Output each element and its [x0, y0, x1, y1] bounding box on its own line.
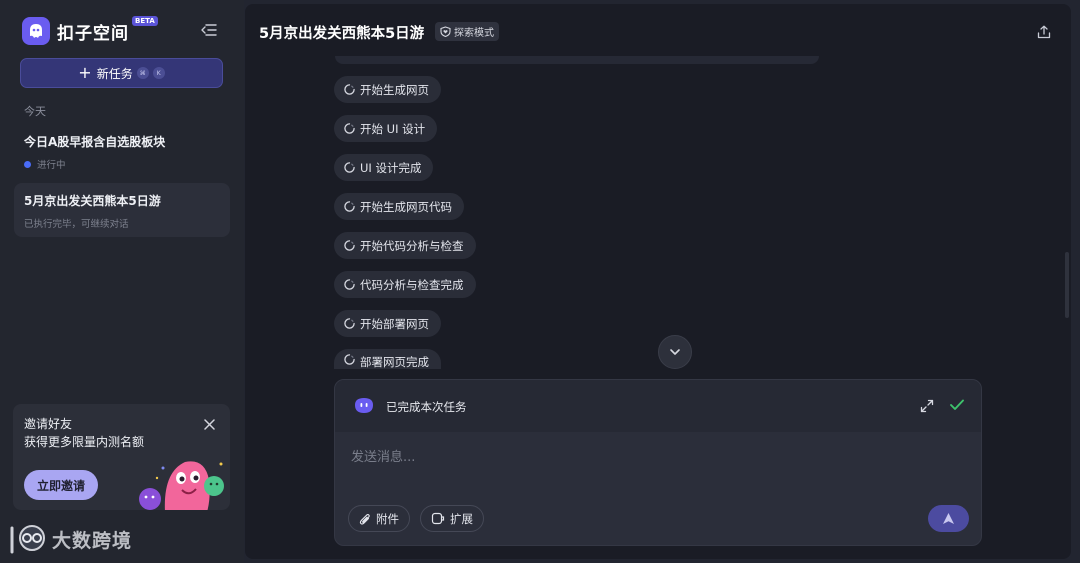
- shortcut-key-k: K: [152, 67, 165, 79]
- new-task-label: 新任务: [96, 66, 133, 81]
- task-status-text: 进行中: [37, 160, 66, 171]
- mode-badge-label: 探索模式: [454, 28, 494, 39]
- new-task-button[interactable]: + 新任务 ⌘ K: [20, 58, 223, 88]
- task-title: 今日A股早报含自选股板块: [24, 135, 166, 149]
- share-upload-icon: [1037, 25, 1051, 39]
- task-item[interactable]: 今日A股早报含自选股板块 进行中: [14, 124, 230, 178]
- step-label: 部署网页完成: [360, 355, 429, 369]
- send-button[interactable]: [928, 505, 969, 532]
- task-status: 已执行完毕，可继续对话: [24, 216, 220, 230]
- extend-button[interactable]: 扩展: [420, 505, 484, 532]
- main-panel: 5月京出发关西熊本5日游 探索模式 开始生成网页 开始 UI 设计 UI 设计完…: [245, 4, 1071, 559]
- in-progress-dot-icon: [24, 160, 31, 168]
- shortcut-key-cmd: ⌘: [136, 67, 149, 79]
- loading-spinner-icon: [344, 354, 355, 365]
- shield-heart-icon: [440, 26, 451, 37]
- task-status: 进行中: [24, 157, 220, 171]
- brand[interactable]: 扣子空间 BETA: [22, 16, 158, 46]
- brand-logo-icon: [22, 17, 50, 45]
- scroll-to-bottom-button[interactable]: [658, 335, 692, 369]
- scrollbar-thumb[interactable]: [1065, 252, 1069, 318]
- step-label: 开始代码分析与检查: [360, 238, 464, 253]
- step-item: 部署网页完成: [334, 349, 441, 369]
- extension-icon: [431, 512, 445, 525]
- agent-avatar-icon: [355, 398, 373, 413]
- step-label: 开始生成网页代码: [360, 199, 452, 214]
- step-label: 代码分析与检查完成: [360, 277, 464, 292]
- loading-spinner-icon: [344, 201, 355, 212]
- loading-spinner-icon: [344, 123, 355, 134]
- composer: 已完成本次任务 附件 扩展: [334, 379, 982, 546]
- expand-icon: [920, 399, 934, 413]
- step-item: 开始 UI 设计: [334, 115, 438, 142]
- beta-badge: BETA: [132, 16, 158, 26]
- loading-spinner-icon: [344, 162, 355, 173]
- task-title: 5月京出发关西熊本5日游: [24, 194, 161, 208]
- page-title: 5月京出发关西熊本5日游: [259, 26, 425, 42]
- loading-spinner-icon: [344, 84, 355, 95]
- loading-spinner-icon: [344, 279, 355, 290]
- task-status-text: 已完成本次任务: [386, 400, 467, 414]
- loading-spinner-icon: [344, 318, 355, 329]
- task-status-bar: 已完成本次任务: [335, 380, 981, 432]
- check-icon: [950, 399, 964, 410]
- step-item: 开始代码分析与检查: [334, 232, 476, 259]
- plus-icon: +: [78, 63, 92, 82]
- mascot-illustration: [139, 461, 224, 510]
- extend-label: 扩展: [450, 511, 473, 526]
- close-icon: [203, 418, 215, 430]
- share-button[interactable]: [1035, 23, 1053, 41]
- step-label: 开始部署网页: [360, 316, 429, 331]
- collapse-sidebar-button[interactable]: [200, 21, 218, 39]
- previous-message-edge: [335, 56, 819, 64]
- send-arrow-icon: [943, 513, 954, 524]
- step-label: UI 设计完成: [360, 160, 422, 175]
- main-header: 5月京出发关西熊本5日游 探索模式: [245, 4, 1071, 60]
- message-input[interactable]: [351, 447, 951, 467]
- expand-button[interactable]: [920, 398, 934, 417]
- task-status-text: 已执行完毕，可继续对话: [24, 219, 129, 230]
- attach-button[interactable]: 附件: [348, 505, 410, 532]
- step-item: 开始生成网页代码: [334, 193, 464, 220]
- step-item: 代码分析与检查完成: [334, 271, 476, 298]
- task-item-active[interactable]: 5月京出发关西熊本5日游 已执行完毕，可继续对话: [14, 183, 230, 237]
- paperclip-icon: [359, 513, 370, 525]
- collapse-sidebar-icon: [201, 24, 217, 36]
- step-label: 开始生成网页: [360, 82, 429, 97]
- invite-card: 邀请好友 获得更多限量内测名额 立即邀请: [13, 404, 230, 510]
- watermark-logo-icon: [10, 525, 45, 554]
- watermark: 大数跨境: [10, 521, 132, 557]
- step-item: 开始生成网页: [334, 76, 441, 103]
- invite-title: 邀请好友: [24, 417, 73, 431]
- brand-name: 扣子空间: [57, 23, 129, 44]
- invite-subtitle: 获得更多限量内测名额: [24, 435, 145, 449]
- sidebar: 扣子空间 BETA + 新任务 ⌘ K 今天 今日A股早报含自选股板块 进行中 …: [0, 0, 244, 563]
- invite-now-button[interactable]: 立即邀请: [24, 470, 98, 500]
- invite-close-button[interactable]: [201, 416, 217, 432]
- chevron-down-icon: [670, 349, 680, 355]
- watermark-text: 大数跨境: [52, 529, 133, 552]
- section-label-today: 今天: [24, 105, 46, 118]
- step-item: 开始部署网页: [334, 310, 441, 337]
- mode-badge: 探索模式: [435, 22, 499, 41]
- attach-label: 附件: [376, 511, 399, 526]
- loading-spinner-icon: [344, 240, 355, 251]
- step-item: UI 设计完成: [334, 154, 434, 181]
- step-label: 开始 UI 设计: [360, 121, 426, 136]
